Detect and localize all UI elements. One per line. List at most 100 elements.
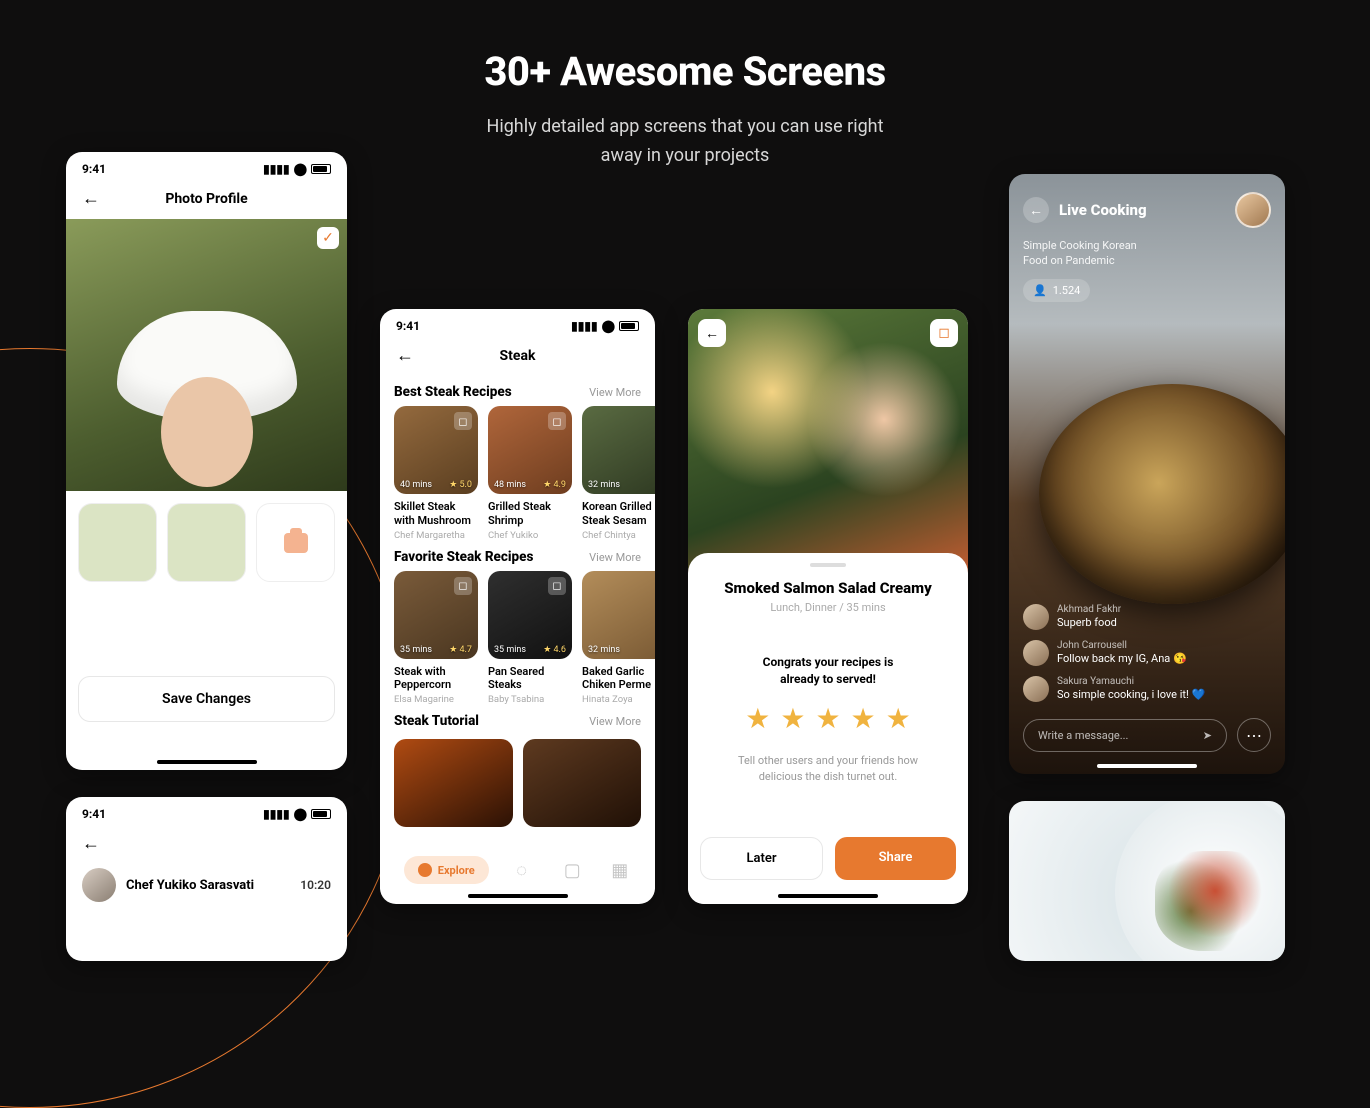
photo-thumb[interactable]	[78, 503, 157, 582]
nav-grid-icon[interactable]: ▦	[611, 860, 631, 880]
battery-icon	[311, 164, 331, 174]
star-icon[interactable]: ★	[745, 702, 770, 735]
recipe-title: Grilled Steak Shrimp	[488, 500, 572, 528]
wifi-icon: ⬤	[294, 807, 307, 821]
star-icon[interactable]: ★	[780, 702, 805, 735]
view-more-link[interactable]: View More	[589, 551, 641, 564]
bookmark-icon[interactable]: ◻	[548, 412, 566, 430]
view-more-link[interactable]: View More	[589, 715, 641, 728]
cook-time: 32 mins	[588, 645, 620, 655]
status-time: 9:41	[82, 162, 106, 176]
nav-bookmark-icon[interactable]: ▢	[564, 860, 584, 880]
avatar	[1023, 604, 1049, 630]
avatar	[1023, 640, 1049, 666]
avatar	[82, 868, 116, 902]
screen-recipe-served: ← ◻ Smoked Salmon Salad Creamy Lunch, Di…	[688, 309, 968, 904]
chef-list-item[interactable]: Chef Yukiko Sarasvati 10:20	[66, 864, 347, 914]
share-button[interactable]: Share	[835, 837, 956, 880]
tutorial-card[interactable]	[394, 739, 513, 827]
page-title: Photo Profile	[66, 191, 347, 207]
send-icon[interactable]: ➤	[1203, 729, 1212, 742]
star-icon[interactable]: ★	[815, 702, 840, 735]
status-icons: ▮▮▮▮ ⬤	[571, 320, 639, 332]
bookmark-icon[interactable]: ◻	[548, 577, 566, 595]
viewer-count: 1.524	[1053, 284, 1081, 297]
best-recipes-row: ◻ 40 mins ★ 5.0 Skillet Steak with Mushro…	[380, 406, 655, 541]
recipe-card[interactable]: ◻ 40 mins ★ 5.0 Skillet Steak with Mushro…	[394, 406, 478, 541]
star-icon[interactable]: ★	[851, 702, 876, 735]
later-button[interactable]: Later	[700, 837, 823, 880]
star-icon[interactable]: ★	[886, 702, 911, 735]
recipe-card[interactable]: ◻ 48 mins★ 4.9 Grilled Steak Shrimp Chef…	[488, 406, 572, 541]
sheet-handle[interactable]	[810, 563, 846, 567]
home-indicator	[157, 760, 257, 764]
recipe-title: Skillet Steak with Mushroom	[394, 500, 478, 528]
view-more-link[interactable]: View More	[589, 386, 641, 399]
add-photo-button[interactable]	[256, 503, 335, 582]
share-hint: Tell other users and your friends how de…	[722, 753, 934, 786]
back-button[interactable]: ←	[1023, 197, 1049, 223]
dish-title: Smoked Salmon Salad Creamy	[704, 579, 952, 597]
chat-message: John CarrousellFollow back my IG, Ana 😘	[1023, 640, 1271, 666]
section-title: Best Steak Recipes	[394, 384, 512, 400]
nav-bar: ←	[66, 825, 347, 864]
back-button[interactable]: ←	[698, 319, 726, 347]
nav-bar: ← Steak	[380, 337, 655, 376]
chat-text: So simple cooking, i love it! 💙	[1057, 688, 1205, 701]
recipe-title: Baked Garlic Chiken Perme	[582, 665, 655, 693]
nav-explore[interactable]: Explore	[404, 856, 489, 884]
recipe-card[interactable]: 32 mins Baked Garlic Chiken Perme Hinata…	[582, 571, 655, 706]
more-options-button[interactable]: ⋯	[1237, 718, 1271, 752]
section-title: Steak Tutorial	[394, 713, 479, 729]
rating: ★ 5.0	[449, 480, 472, 490]
back-button[interactable]: ←	[82, 833, 100, 854]
screen-chef-message-peek: 9:41 ▮▮▮▮ ⬤ ← Chef Yukiko Sarasvati 10:2…	[66, 797, 347, 961]
bookmark-icon[interactable]: ◻	[454, 412, 472, 430]
recipe-chef: Chef Chintya	[582, 530, 655, 541]
food-image	[1155, 851, 1275, 951]
home-indicator	[1097, 764, 1197, 768]
cook-time: 35 mins	[494, 645, 526, 655]
profile-photo-main[interactable]: ✓	[66, 219, 347, 491]
screen-photo-profile: 9:41 ▮▮▮▮ ⬤ ← Photo Profile ✓ Save Chang…	[66, 152, 347, 770]
chat-text: Superb food	[1057, 616, 1121, 629]
message-timestamp: 10:20	[300, 878, 331, 892]
avatar	[1023, 676, 1049, 702]
status-bar: 9:41 ▮▮▮▮ ⬤	[380, 309, 655, 337]
promo-subtitle-line: Highly detailed app screens that you can…	[486, 116, 883, 137]
message-input[interactable]: Write a message... ➤	[1023, 719, 1227, 752]
screen-live-cooking: ← Live Cooking Simple Cooking Korean Foo…	[1009, 174, 1285, 774]
promo-title: 30+ Awesome Screens	[0, 48, 1370, 95]
compass-icon	[418, 863, 432, 877]
status-time: 9:41	[396, 319, 420, 333]
nav-chat-icon[interactable]: ◌	[516, 860, 536, 880]
chat-text: Follow back my IG, Ana 😘	[1057, 652, 1187, 665]
save-changes-button[interactable]: Save Changes	[78, 676, 335, 722]
page-title: Live Cooking	[1059, 201, 1225, 219]
cook-time: 40 mins	[400, 480, 432, 490]
recipe-title: Korean Grilled Steak Sesam	[582, 500, 655, 528]
recipe-chef: Elsa Magarine	[394, 694, 478, 705]
promo-subtitle-line: away in your projects	[601, 145, 770, 166]
recipe-chef: Chef Margaretha	[394, 530, 478, 541]
battery-icon	[311, 809, 331, 819]
photo-thumbnails	[66, 491, 347, 594]
rating-stars[interactable]: ★ ★ ★ ★ ★	[704, 702, 952, 735]
congrats-text: Congrats your recipes isalready to serve…	[704, 654, 952, 688]
recipe-chef: Baby Tsabina	[488, 694, 572, 705]
recipe-card[interactable]: 32 mins Korean Grilled Steak Sesam Chef …	[582, 406, 655, 541]
recipe-card[interactable]: ◻ 35 mins★ 4.6 Pan Seared Steaks Baby Ts…	[488, 571, 572, 706]
host-avatar[interactable]	[1235, 192, 1271, 228]
bookmark-icon[interactable]: ◻	[454, 577, 472, 595]
section-header-tutorial: Steak Tutorial View More	[380, 705, 655, 735]
photo-selected-check-icon[interactable]: ✓	[317, 227, 339, 249]
tutorial-row	[380, 735, 655, 827]
tutorial-card[interactable]	[523, 739, 642, 827]
recipe-card[interactable]: ◻ 35 mins★ 4.7 Steak with Peppercorn Els…	[394, 571, 478, 706]
photo-thumb[interactable]	[167, 503, 246, 582]
live-chat: Akhmad FakhrSuperb food John CarrousellF…	[1023, 604, 1271, 702]
chef-name: Chef Yukiko Sarasvati	[126, 878, 290, 893]
viewer-count-badge: 👤 1.524	[1023, 279, 1090, 302]
recipe-chef: Hinata Zoya	[582, 694, 655, 705]
bookmark-button[interactable]: ◻	[930, 319, 958, 347]
